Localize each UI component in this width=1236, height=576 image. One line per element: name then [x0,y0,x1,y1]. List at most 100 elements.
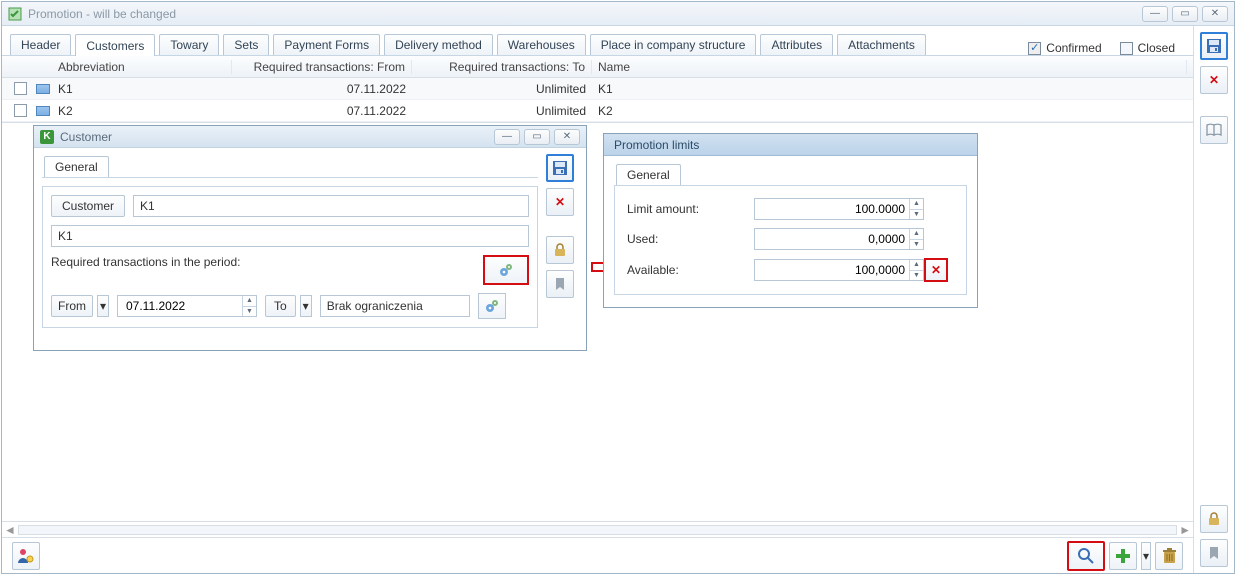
spin-down[interactable]: ▼ [909,210,923,220]
row-checkbox[interactable] [14,104,27,117]
to-label-button[interactable]: To [265,295,296,317]
app-icon [8,7,22,21]
main-bookmark-button[interactable] [1200,539,1228,567]
customer-window: K Customer — ▭ ✕ General [33,125,587,351]
sub-save-button[interactable] [546,154,574,182]
spin-up[interactable]: ▲ [909,229,923,240]
spin-down[interactable]: ▼ [909,271,923,281]
cell-name: K2 [592,104,1187,118]
confirmed-check[interactable]: Confirmed [1028,41,1101,55]
closed-label: Closed [1138,41,1175,55]
customer-window-icon: K [40,130,54,144]
lock-icon [552,242,568,258]
from-dropdown[interactable]: ▾ [97,295,109,317]
to-dropdown[interactable]: ▾ [300,295,312,317]
check-icon [1028,42,1041,55]
limits-close-button[interactable]: ✕ [924,258,948,282]
main-save-button[interactable] [1200,32,1228,60]
spin-up[interactable]: ▲ [909,199,923,210]
add-button[interactable] [1109,542,1137,570]
tab-general[interactable]: General [44,156,109,177]
spin-up[interactable]: ▲ [909,260,923,271]
add-dropdown[interactable]: ▾ [1141,542,1151,570]
available-input[interactable]: ▲▼ [754,259,924,281]
horizontal-scrollbar[interactable]: ◄► [2,521,1193,537]
spin-down[interactable]: ▼ [909,240,923,250]
table-row[interactable]: K1 07.11.2022 Unlimited K1 [2,78,1193,100]
sub-lock-button[interactable] [546,236,574,264]
used-input[interactable]: ▲▼ [754,228,924,250]
minimize-button[interactable]: — [1142,6,1168,22]
tab-header[interactable]: Header [10,34,71,55]
trash-button[interactable] [1155,542,1183,570]
sub-bookmark-button[interactable] [546,270,574,298]
limit-amount-input[interactable]: ▲▼ [754,198,924,220]
used-label: Used: [627,232,737,246]
promotion-limits-window: Promotion limits General Limit amount: ▲… [603,133,978,308]
plus-icon [1115,548,1131,564]
tab-place-company[interactable]: Place in company structure [590,34,757,55]
to-value-input[interactable]: Brak ograniczenia [320,295,470,317]
tab-payment-forms[interactable]: Payment Forms [273,34,380,55]
search-button[interactable] [1067,541,1105,571]
main-delete-button[interactable]: ✕ [1200,66,1228,94]
sub-close-button[interactable]: ✕ [554,129,580,145]
tab-customers[interactable]: Customers [75,34,155,56]
spin-up[interactable]: ▲ [242,296,256,307]
sub-maximize-button[interactable]: ▭ [524,129,550,145]
cell-from: 07.11.2022 [232,82,412,96]
tab-attributes[interactable]: Attributes [760,34,833,55]
tab-strip: Header Customers Towary Sets Payment For… [2,26,1193,56]
titlebar: Promotion - will be changed — ▭ ✕ [2,2,1234,26]
tab-sets[interactable]: Sets [223,34,269,55]
person-gear-icon [17,547,35,565]
spin-down[interactable]: ▼ [242,307,256,317]
bottom-toolbar: ▾ [2,537,1193,573]
cell-to: Unlimited [412,82,592,96]
card-icon [36,84,50,94]
tab-warehouses[interactable]: Warehouses [497,34,586,55]
right-side-toolbar: ✕ [1194,26,1234,573]
cell-abbrev: K1 [52,82,232,96]
maximize-button[interactable]: ▭ [1172,6,1198,22]
customer-lookup-button[interactable]: Customer [51,195,125,217]
col-abbreviation[interactable]: Abbreviation [52,60,232,74]
col-from[interactable]: Required transactions: From [232,60,412,74]
tab-towary[interactable]: Towary [159,34,219,55]
tab-delivery-method[interactable]: Delivery method [384,34,493,55]
customer-code-input[interactable]: K1 [133,195,529,217]
main-book-button[interactable] [1200,116,1228,144]
lock-icon [1206,511,1222,527]
col-name[interactable]: Name [592,60,1187,74]
settings-gear-button-highlighted[interactable] [483,255,529,285]
table-row[interactable]: K2 07.11.2022 Unlimited K2 [2,100,1193,122]
sub-delete-button[interactable]: ✕ [546,188,574,216]
grid-header: Abbreviation Required transactions: From… [2,56,1193,78]
card-icon [36,106,50,116]
promotion-limits-title: Promotion limits [604,134,977,156]
limit-amount-label: Limit amount: [627,202,737,216]
customer-window-title: Customer [60,130,112,144]
customer-name-input[interactable]: K1 [51,225,529,247]
cell-from: 07.11.2022 [232,104,412,118]
person-settings-button[interactable] [12,542,40,570]
close-button[interactable]: ✕ [1202,6,1228,22]
trash-icon [1162,548,1177,564]
row-checkbox[interactable] [14,82,27,95]
from-date-value[interactable] [124,298,240,314]
tab-attachments[interactable]: Attachments [837,34,926,55]
book-icon [1206,123,1222,137]
search-icon [1077,547,1095,565]
save-icon [1206,38,1222,54]
from-label-button[interactable]: From [51,295,93,317]
sub-minimize-button[interactable]: — [494,129,520,145]
main-lock-button[interactable] [1200,505,1228,533]
closed-check[interactable]: Closed [1120,41,1175,55]
limits-tab-general[interactable]: General [616,164,681,185]
customers-grid: Abbreviation Required transactions: From… [2,56,1193,123]
period-settings-button[interactable] [478,293,506,319]
cell-abbrev: K2 [52,104,232,118]
gear-icon [498,262,514,278]
from-date-input[interactable]: ▲▼ [117,295,257,317]
col-to[interactable]: Required transactions: To [412,60,592,74]
